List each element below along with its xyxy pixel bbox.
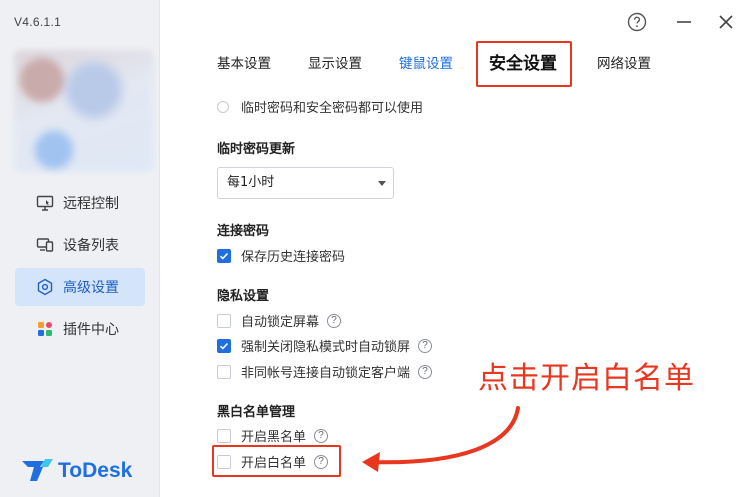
- check-icon: [219, 252, 229, 260]
- temp-password-update-value: 每1小时: [227, 175, 275, 190]
- sidebar-nav: 远程控制 设备列表 高级设置 插件中心: [15, 184, 145, 352]
- remote-control-icon: [35, 193, 55, 213]
- todesk-logo: ToDesk: [20, 455, 132, 487]
- tab-keyboard-mouse-settings[interactable]: 键鼠设置: [399, 40, 453, 88]
- non-same-account-lock-option[interactable]: 非同帐号连接自动锁定客户端 ?: [217, 362, 433, 381]
- tab-network-settings[interactable]: 网络设置: [597, 40, 651, 88]
- tab-basic-settings[interactable]: 基本设置: [217, 40, 271, 88]
- enable-whitelist-option[interactable]: 开启白名单 ?: [217, 452, 329, 471]
- check-icon: [219, 342, 229, 350]
- save-history-password-label: 保存历史连接密码: [241, 250, 346, 265]
- sidebar: V4.6.1.1 远程控制 设备列表 高级设置 插件中心 ToDesk: [0, 0, 160, 497]
- force-close-privacy-lock-checkbox[interactable]: [217, 338, 231, 353]
- temp-password-heading: 临时密码更新: [217, 142, 296, 157]
- enable-blacklist-label: 开启黑名单: [241, 430, 307, 445]
- enable-whitelist-checkbox[interactable]: [217, 454, 231, 469]
- force-close-privacy-lock-option[interactable]: 强制关闭隐私模式时自动锁屏 ?: [217, 336, 433, 355]
- save-history-password-option[interactable]: 保存历史连接密码: [217, 246, 345, 265]
- tab-security-settings[interactable]: 安全设置: [489, 40, 557, 88]
- app-version: V4.6.1.1: [14, 15, 62, 29]
- non-same-account-lock-label: 非同帐号连接自动锁定客户端: [241, 366, 411, 381]
- sidebar-item-device-list[interactable]: 设备列表: [15, 226, 145, 264]
- device-list-icon: [35, 235, 55, 255]
- advanced-settings-icon: [35, 277, 55, 297]
- sidebar-item-label: 远程控制: [63, 196, 119, 212]
- annotation-arrow-icon: [362, 406, 520, 472]
- auto-lock-screen-option[interactable]: 自动锁定屏幕 ?: [217, 311, 342, 330]
- minimize-button[interactable]: [672, 12, 696, 36]
- blackwhite-list-heading: 黑白名单管理: [217, 405, 296, 420]
- sidebar-item-remote-control[interactable]: 远程控制: [15, 184, 145, 222]
- non-same-account-lock-checkbox[interactable]: [217, 364, 231, 379]
- password-mode-radio[interactable]: [217, 100, 229, 113]
- sidebar-item-label: 插件中心: [63, 322, 119, 338]
- sidebar-item-advanced-settings[interactable]: 高级设置: [15, 268, 145, 306]
- annotation-text: 点击开启白名单: [478, 361, 695, 396]
- help-icon[interactable]: ?: [327, 313, 342, 328]
- close-icon: [717, 13, 735, 35]
- chevron-down-icon: [378, 181, 386, 186]
- help-icon[interactable]: ?: [418, 338, 433, 353]
- password-mode-label: 临时密码和安全密码都可以使用: [241, 101, 424, 116]
- help-icon[interactable]: ?: [418, 364, 433, 379]
- help-button[interactable]: [625, 12, 649, 36]
- todesk-logo-icon: [20, 455, 54, 487]
- close-button[interactable]: [714, 12, 738, 36]
- sidebar-item-plugin-center[interactable]: 插件中心: [15, 310, 145, 348]
- force-close-privacy-lock-label: 强制关闭隐私模式时自动锁屏: [241, 340, 411, 355]
- enable-whitelist-label: 开启白名单: [241, 456, 307, 471]
- tab-display-settings[interactable]: 显示设置: [308, 40, 362, 88]
- enable-blacklist-option[interactable]: 开启黑名单 ?: [217, 426, 329, 445]
- auto-lock-screen-label: 自动锁定屏幕: [241, 315, 320, 330]
- temp-password-update-select[interactable]: 每1小时: [217, 167, 394, 199]
- privacy-heading: 隐私设置: [217, 289, 270, 304]
- help-icon[interactable]: ?: [314, 428, 329, 443]
- password-mode-option[interactable]: 临时密码和安全密码都可以使用: [217, 97, 423, 116]
- help-icon[interactable]: ?: [314, 454, 329, 469]
- connection-password-heading: 连接密码: [217, 224, 270, 239]
- plugin-center-icon: [35, 319, 55, 339]
- minimize-icon: [675, 13, 693, 35]
- enable-blacklist-checkbox[interactable]: [217, 428, 231, 443]
- help-icon: [627, 12, 647, 36]
- profile-avatar[interactable]: [14, 50, 154, 172]
- save-history-password-checkbox[interactable]: [217, 248, 231, 263]
- sidebar-item-label: 高级设置: [63, 280, 119, 296]
- sidebar-item-label: 设备列表: [63, 238, 119, 254]
- logo-text: ToDesk: [58, 459, 133, 482]
- auto-lock-screen-checkbox[interactable]: [217, 313, 231, 328]
